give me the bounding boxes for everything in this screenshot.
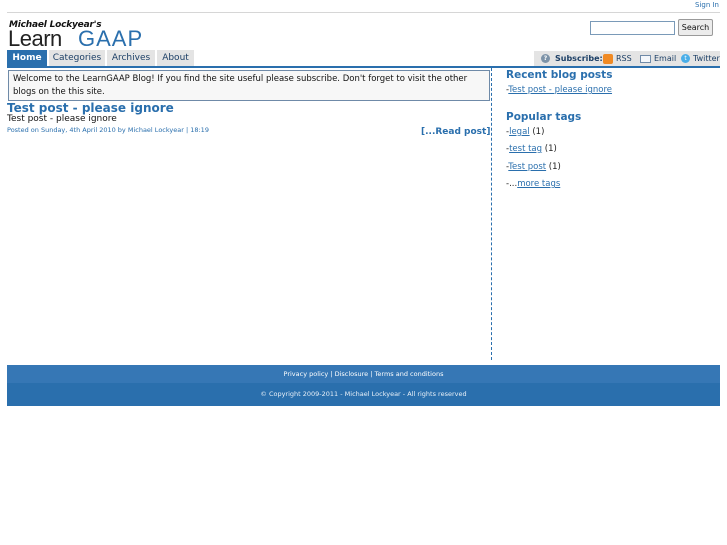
tag-link-test-post[interactable]: Test post xyxy=(508,162,546,172)
more-tags-item: -...more tags xyxy=(506,179,560,189)
rss-link[interactable]: RSS xyxy=(616,51,632,66)
twitter-link[interactable]: Twitter xyxy=(693,51,720,66)
popular-tags-heading: Popular tags xyxy=(506,111,582,123)
tag-count: (1) xyxy=(529,127,545,137)
subscribe-label: Subscribe: xyxy=(555,54,603,63)
twitter-icon[interactable]: t xyxy=(681,54,690,63)
tag-count: (1) xyxy=(546,162,561,172)
tag-item: -Test post (1) xyxy=(506,162,561,172)
tag-item: -legal (1) xyxy=(506,127,544,137)
site-logo[interactable]: Michael Lockyear's Learn GAAP xyxy=(8,20,208,51)
post-excerpt: Test post - please ignore xyxy=(7,114,117,124)
tab-home[interactable]: Home xyxy=(7,50,47,66)
tag-item: -test tag (1) xyxy=(506,144,557,154)
column-divider xyxy=(491,68,492,360)
subscribe-bar: ? Subscribe: RSS Email t Twitter xyxy=(534,51,720,66)
logo-gaap: GAAP xyxy=(78,26,144,51)
more-tags-link[interactable]: more tags xyxy=(517,179,560,189)
email-icon[interactable] xyxy=(640,55,651,63)
recent-post-link[interactable]: Test post - please ignore xyxy=(508,85,612,95)
search-button[interactable]: Search xyxy=(678,19,713,36)
tab-categories[interactable]: Categories xyxy=(49,50,105,66)
tag-count: (1) xyxy=(542,144,557,154)
post-meta: Posted on Sunday, 4th April 2010 by Mich… xyxy=(7,126,209,134)
sign-in-link[interactable]: Sign In xyxy=(695,1,719,9)
tab-about[interactable]: About xyxy=(157,50,194,66)
logo-learn: Learn xyxy=(8,26,62,51)
terms-link[interactable]: Terms and conditions xyxy=(375,370,444,378)
nav-underline xyxy=(7,66,720,68)
search-input[interactable] xyxy=(590,21,675,35)
list-prefix: -... xyxy=(506,179,518,189)
disclosure-link[interactable]: Disclosure xyxy=(335,370,369,378)
tag-link-test-tag[interactable]: test tag xyxy=(509,144,542,154)
recent-post-item: -Test post - please ignore xyxy=(506,85,612,95)
copyright: © Copyright 2009-2011 - Michael Lockyear… xyxy=(260,390,467,398)
top-divider xyxy=(7,12,720,13)
privacy-policy-link[interactable]: Privacy policy xyxy=(284,370,329,378)
footer: Privacy policy | Disclosure | Terms and … xyxy=(7,365,720,406)
read-post-link[interactable]: [...Read post] xyxy=(421,127,490,137)
recent-posts-heading: Recent blog posts xyxy=(506,69,613,81)
footer-links: Privacy policy | Disclosure | Terms and … xyxy=(7,370,720,378)
rss-icon[interactable] xyxy=(603,54,613,64)
tab-archives[interactable]: Archives xyxy=(107,50,155,66)
tag-link-legal[interactable]: legal xyxy=(509,127,530,137)
email-link[interactable]: Email xyxy=(654,51,676,66)
welcome-box: Welcome to the LearnGAAP Blog! If you fi… xyxy=(8,70,490,101)
help-icon[interactable]: ? xyxy=(541,54,550,63)
post-title-link[interactable]: Test post - please ignore xyxy=(7,101,174,115)
